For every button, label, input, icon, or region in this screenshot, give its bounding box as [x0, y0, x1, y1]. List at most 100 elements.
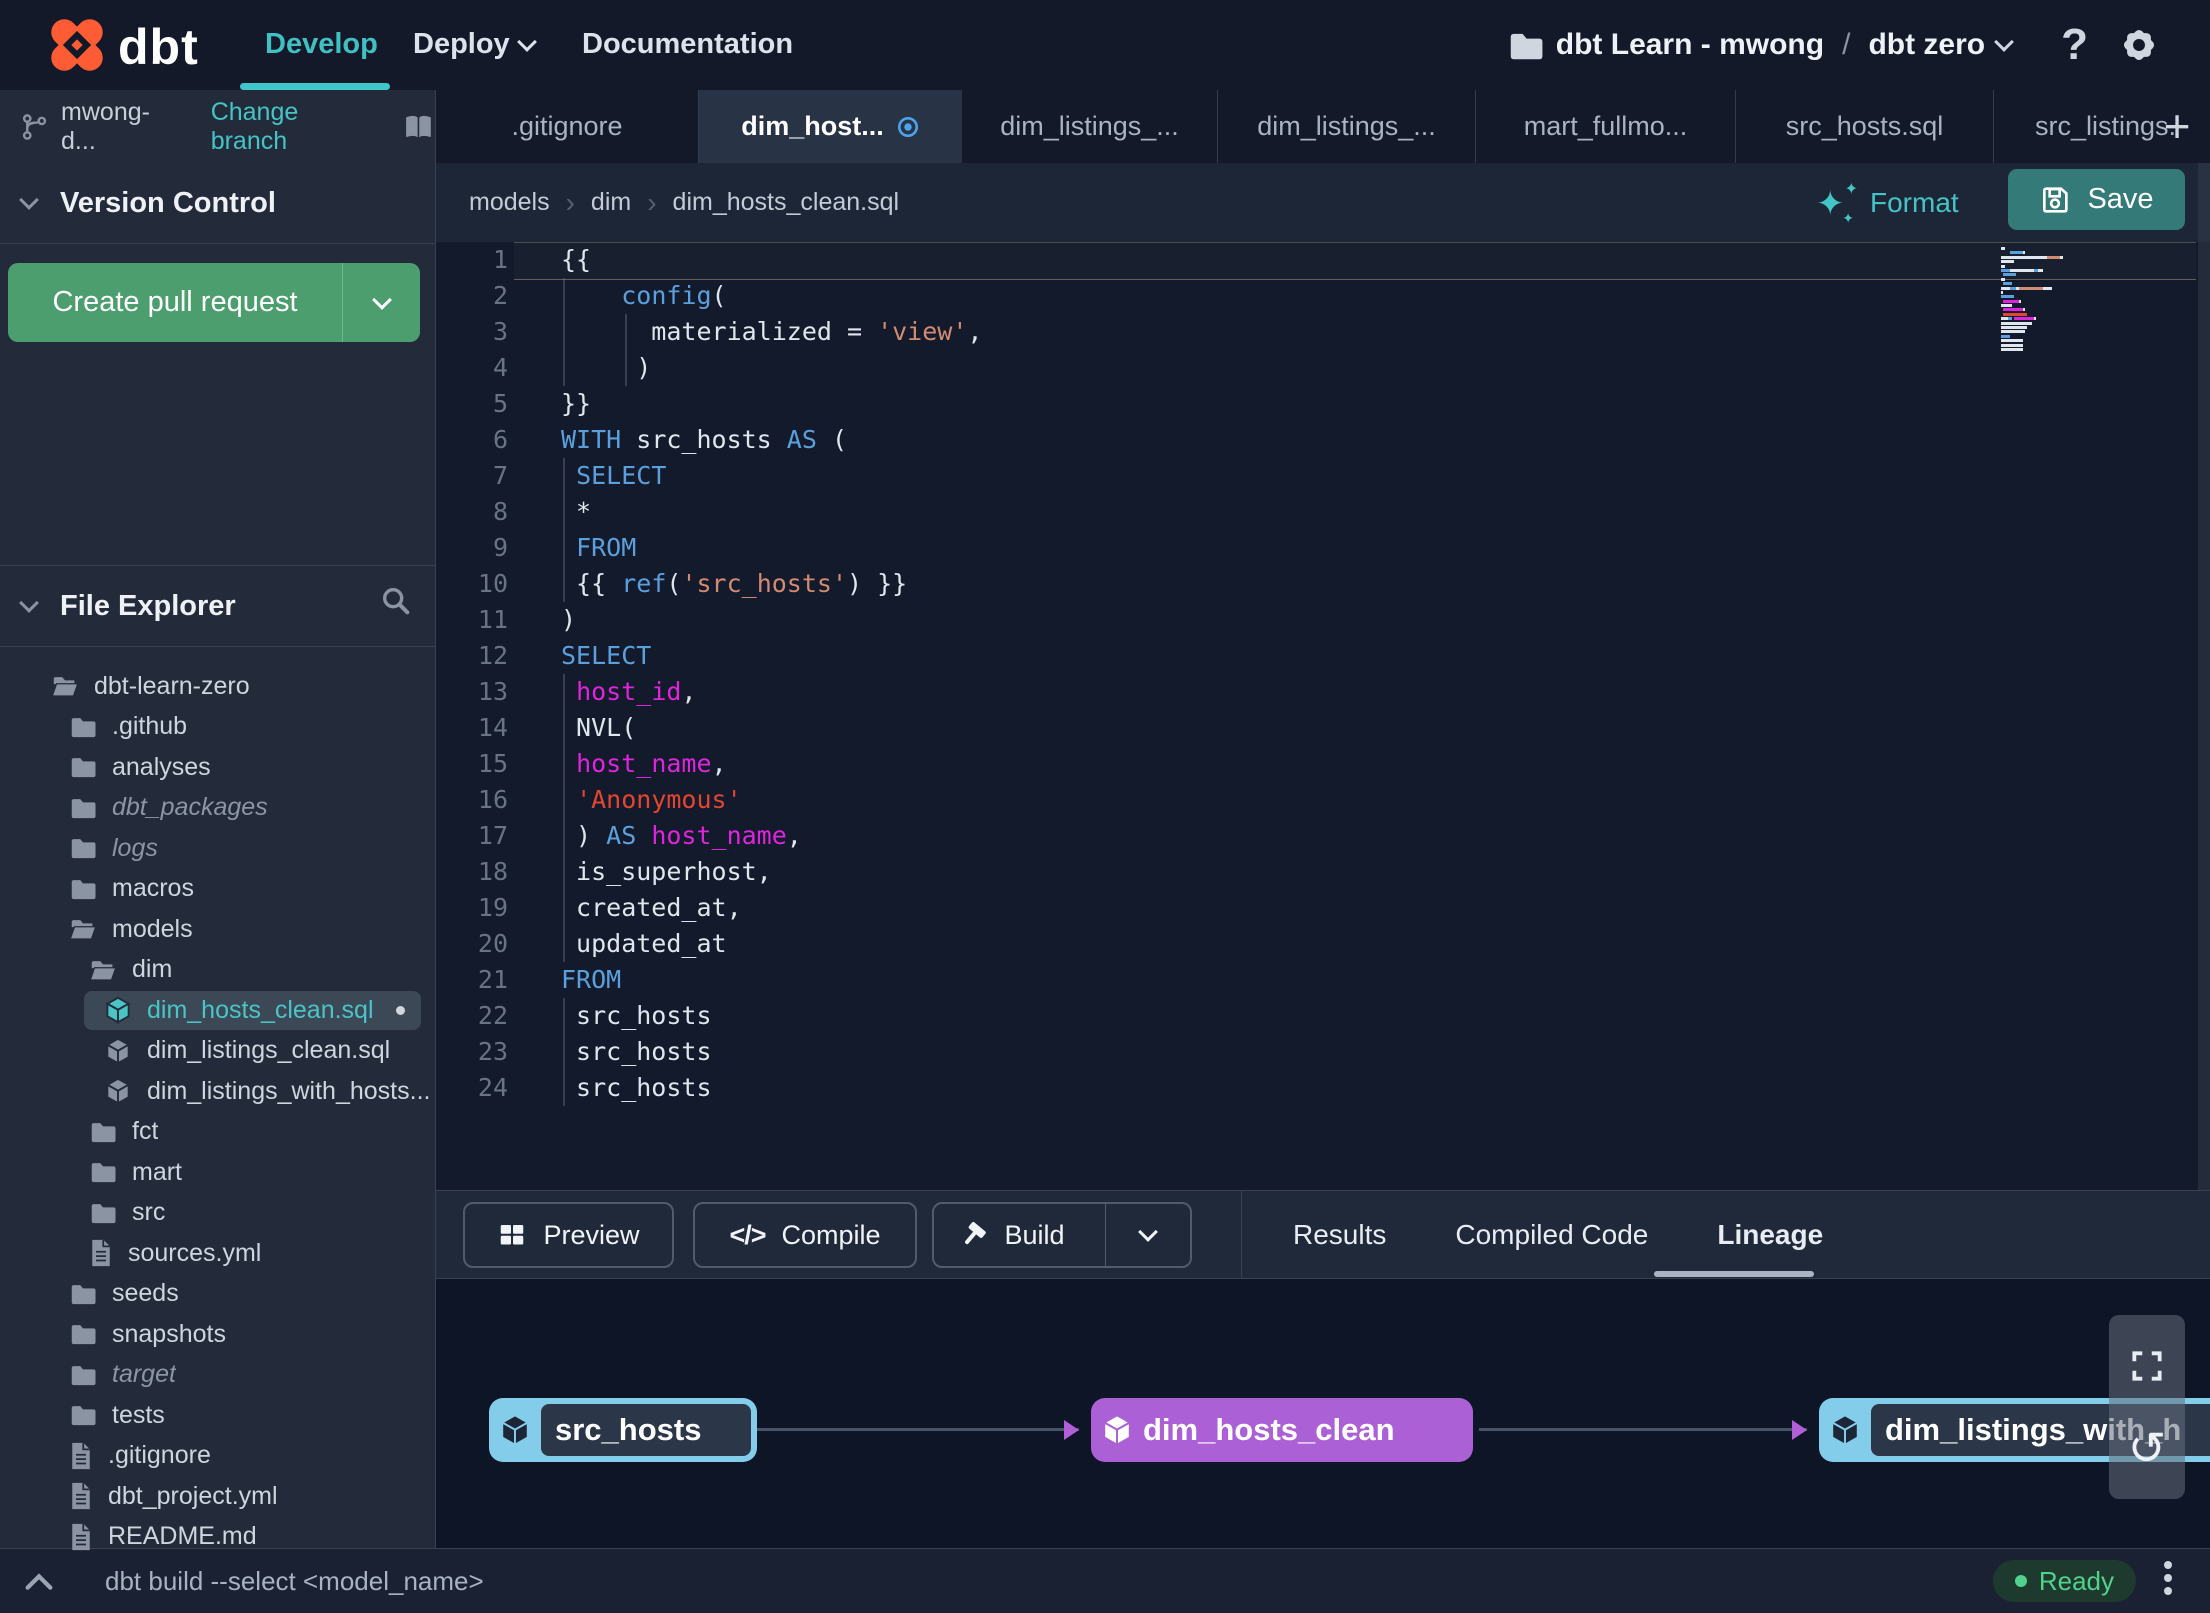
file-tree-item--github[interactable]: .github	[0, 707, 435, 748]
file-tree-item--gitignore[interactable]: .gitignore	[0, 1436, 435, 1477]
lineage-edge	[757, 1428, 1079, 1431]
file-tree-item-dim-listings-clean-sql[interactable]: dim_listings_clean.sql	[0, 1031, 435, 1072]
file-tree-item-mart[interactable]: mart	[0, 1152, 435, 1193]
compile-button[interactable]: </> Compile	[693, 1202, 917, 1268]
format-button[interactable]: ✦ ✦ ✦ Format	[1816, 163, 1959, 242]
file-name: .gitignore	[108, 1441, 211, 1470]
file-tree-item-dim-listings-with-hosts-[interactable]: dim_listings_with_hosts...	[0, 1071, 435, 1112]
folder-icon	[68, 874, 98, 904]
file-tree-item-dbt-learn-zero[interactable]: dbt-learn-zero	[0, 666, 435, 707]
lineage-node-src-hosts[interactable]: src_hosts	[489, 1398, 757, 1462]
file-tree-item-macros[interactable]: macros	[0, 869, 435, 910]
file-tree-item-dbt-packages[interactable]: dbt_packages	[0, 788, 435, 829]
editor-tab-dim-host-[interactable]: dim_host...	[699, 90, 962, 163]
cli-command-hint[interactable]: dbt build --select <model_name>	[105, 1549, 484, 1613]
save-button[interactable]: Save	[2008, 169, 2185, 230]
editor-header: models › dim › dim_hosts_clean.sql ✦ ✦ ✦ F…	[436, 163, 2210, 242]
dbt-logo-icon[interactable]	[45, 13, 109, 77]
tab-label: src_hosts.sql	[1785, 111, 1944, 141]
file-name: macros	[112, 874, 194, 903]
file-tree-item-seeds[interactable]: seeds	[0, 1274, 435, 1315]
file-explorer-header[interactable]: File Explorer	[0, 565, 435, 647]
grid-icon	[501, 1225, 524, 1245]
unsaved-dot-icon	[396, 1006, 405, 1015]
file-tree-item-src[interactable]: src	[0, 1193, 435, 1234]
editor-tab-src-hosts-sql[interactable]: src_hosts.sql	[1736, 90, 1994, 163]
file-tree-item-fct[interactable]: fct	[0, 1112, 435, 1153]
new-tab-button[interactable]: +	[2150, 96, 2204, 156]
nav-documentation[interactable]: Documentation	[582, 28, 793, 61]
help-icon[interactable]: ?	[2061, 20, 2088, 70]
kebab-menu-icon[interactable]	[2164, 1561, 2172, 1595]
file-icon	[68, 1441, 94, 1471]
editor-scrollbar[interactable]	[2198, 163, 2210, 1190]
file-tree-item-analyses[interactable]: analyses	[0, 747, 435, 788]
code-line: )	[561, 353, 652, 382]
file-tree-item-tests[interactable]: tests	[0, 1395, 435, 1436]
pr-dropdown-toggle[interactable]	[342, 263, 420, 342]
version-control-header[interactable]: Version Control	[0, 163, 435, 244]
tab-compiled-code[interactable]: Compiled Code	[1455, 1219, 1648, 1251]
nav-develop[interactable]: Develop	[265, 28, 378, 61]
file-tree-item-dim[interactable]: dim	[0, 950, 435, 991]
project-selector[interactable]: dbt Learn - mwong / dbt zero ?	[1506, 0, 2160, 90]
code-line: src_hosts	[561, 1001, 712, 1030]
expand-panel-chevron-up-icon[interactable]	[22, 1567, 56, 1597]
change-branch-link[interactable]: Change branch	[211, 98, 376, 156]
file-tree-item-target[interactable]: target	[0, 1355, 435, 1396]
folder-icon	[68, 712, 98, 742]
code-line: created_at,	[561, 893, 742, 922]
minimap[interactable]	[2001, 247, 2071, 352]
dbt-wordmark: dbt	[118, 19, 199, 75]
file-name: README.md	[108, 1522, 257, 1551]
code-line: ) AS host_name,	[561, 821, 802, 850]
editor-tab-mart-fullmo-[interactable]: mart_fullmo...	[1476, 90, 1736, 163]
code-content[interactable]: {{ config( materialized = 'view', )}} WIT…	[561, 242, 2190, 1106]
fullscreen-icon[interactable]	[2128, 1347, 2166, 1385]
file-icon	[68, 1481, 94, 1511]
file-tree-item-dbt-project-yml[interactable]: dbt_project.yml	[0, 1476, 435, 1517]
folder-icon	[68, 752, 98, 782]
settings-gear-icon[interactable]	[2118, 24, 2160, 66]
tab-label: dim_host...	[741, 111, 884, 141]
line-numbers: 1 2 3 4 5 6 7 8 9 10 11 12 13 14 15 16 17 18 19 20 21 22 23 24	[477, 245, 508, 1102]
editor-tab-dim-listings-[interactable]: dim_listings_...	[962, 90, 1218, 163]
editor-tab-dim-listings-[interactable]: dim_listings_...	[1218, 90, 1476, 163]
file-name: dim	[132, 955, 173, 984]
folder-icon	[1510, 33, 1543, 60]
project-name: dbt Learn - mwong	[1555, 28, 1825, 61]
branch-name: mwong-d...	[61, 97, 150, 155]
file-tree-item-sources-yml[interactable]: sources.yml	[0, 1233, 435, 1274]
code-line: FROM	[561, 965, 622, 994]
build-button[interactable]: Build	[932, 1202, 1192, 1268]
lineage-canvas[interactable]: src_hosts dim_hosts_clean dim_listings_w…	[436, 1279, 2210, 1549]
file-tree-item-logs[interactable]: logs	[0, 828, 435, 869]
file-tree-item-snapshots[interactable]: snapshots	[0, 1314, 435, 1355]
preview-button[interactable]: Preview	[463, 1202, 674, 1268]
sidebar: Version Control Create pull request File…	[0, 163, 436, 1613]
refresh-icon[interactable]: ↺	[2128, 1425, 2167, 1471]
docs-book-icon[interactable]	[402, 110, 435, 144]
create-pull-request-button[interactable]: Create pull request	[8, 263, 420, 342]
editor-tab--gitignore[interactable]: .gitignore	[436, 90, 699, 163]
floppy-save-icon	[2043, 186, 2069, 213]
tab-results[interactable]: Results	[1293, 1219, 1386, 1251]
code-line: }}	[561, 389, 592, 418]
tab-label: mart_fullmo...	[1523, 111, 1688, 141]
tab-lineage[interactable]: Lineage	[1717, 1219, 1823, 1251]
file-name: target	[112, 1360, 176, 1389]
file-tree-item-dim-hosts-clean-sql[interactable]: dim_hosts_clean.sql	[0, 990, 435, 1031]
folder-open-icon	[50, 671, 80, 701]
bottom-panel-header: Preview </> Compile Build Results Compil…	[436, 1191, 2210, 1279]
file-name: dbt_packages	[112, 793, 268, 822]
breadcrumb-models[interactable]: models	[469, 188, 550, 217]
breadcrumb-dim[interactable]: dim	[591, 188, 631, 217]
nav-deploy[interactable]: Deploy	[413, 28, 537, 61]
file-name: sources.yml	[128, 1238, 262, 1267]
folder-icon	[68, 1279, 98, 1309]
tab-label: .gitignore	[511, 111, 623, 141]
build-dropdown-toggle[interactable]	[1105, 1204, 1190, 1266]
lineage-node-dim-hosts-clean[interactable]: dim_hosts_clean	[1091, 1398, 1473, 1462]
file-tree-item-models[interactable]: models	[0, 909, 435, 950]
search-icon[interactable]	[379, 584, 413, 618]
